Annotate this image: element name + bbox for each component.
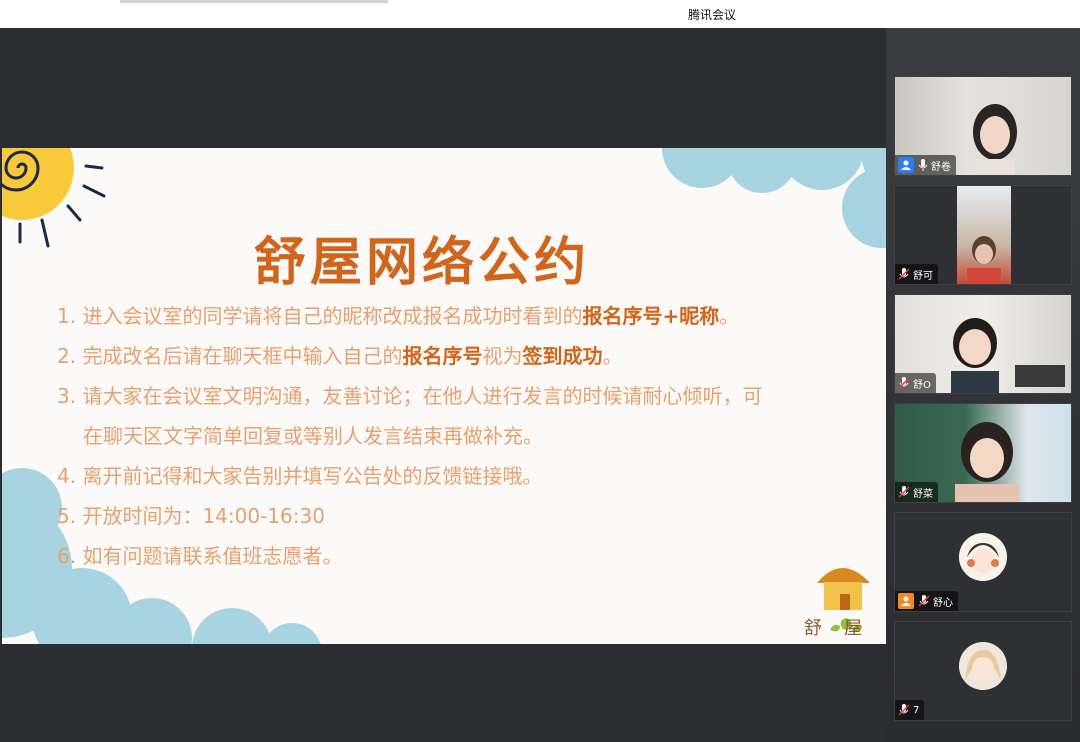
user-icon (898, 593, 914, 609)
rule-highlight: 报名序号 (402, 344, 483, 368)
mic-on-icon (918, 156, 928, 175)
participant-name: 舒菜 (913, 488, 933, 500)
participant-namebar: 舒可 (895, 264, 938, 284)
participant-namebar: 舒卷 (895, 155, 956, 175)
participant-tile[interactable]: 舒菜 (894, 403, 1072, 503)
participant-tile[interactable]: 7 (894, 621, 1072, 721)
tab-strip (120, 0, 388, 3)
rule-line: 3. 请大家在会议室文明沟通，友善讨论；在他人进行发言的时候请耐心倾听，可 (57, 376, 857, 416)
participant-video (957, 186, 1011, 284)
participant-avatar (959, 533, 1007, 581)
mic-muted-icon (898, 701, 910, 720)
participant-tile[interactable]: 舒O (894, 294, 1072, 394)
rule-line: 5. 开放时间为：14:00-16:30 (57, 496, 857, 536)
rule-text: 。 (602, 344, 623, 368)
mic-muted-icon (918, 592, 930, 611)
rule-text: 6. 如有问题请联系值班志愿者。 (57, 544, 343, 568)
title-bar: 腾讯会议 (0, 0, 1080, 28)
rule-highlight: 签到成功 (522, 344, 603, 368)
participant-namebar: 舒心 (895, 591, 958, 611)
rule-line: 6. 如有问题请联系值班志愿者。 (57, 536, 857, 576)
participant-name: 舒卷 (931, 161, 951, 173)
mic-muted-icon (898, 483, 910, 502)
rules-list: 1. 进入会议室的同学请将自己的昵称改成报名成功时看到的报名序号+昵称。 2. 完… (57, 296, 857, 576)
participant-namebar: 7 (895, 700, 925, 720)
rule-text: 。 (719, 304, 740, 328)
participant-tile[interactable]: 舒卷 (894, 76, 1072, 176)
window-title: 腾讯会议 (687, 8, 736, 22)
participant-sidebar[interactable]: 舒卷 舒可 舒O 舒菜 舒心 7 (886, 28, 1080, 742)
rule-text: 2. 完成改名后请在聊天框中输入自己的 (57, 344, 403, 368)
mic-muted-icon (898, 374, 910, 393)
participant-name: 舒可 (913, 270, 933, 282)
participant-avatar (959, 642, 1007, 690)
mic-muted-icon (898, 265, 910, 284)
user-icon (898, 157, 914, 173)
participant-name: 舒心 (933, 597, 953, 609)
participant-tile[interactable]: 舒心 (894, 512, 1072, 612)
rule-text: 1. 进入会议室的同学请将自己的昵称改成报名成功时看到的 (57, 304, 583, 328)
rule-text: 视为 (482, 344, 523, 368)
rule-text: 3. 请大家在会议室文明沟通，友善讨论；在他人进行发言的时候请耐心倾听，可 (57, 384, 763, 408)
rule-line: 2. 完成改名后请在聊天框中输入自己的报名序号视为签到成功。 (57, 336, 857, 376)
shared-slide: 舒屋网络公约 1. 进入会议室的同学请将自己的昵称改成报名成功时看到的报名序号+… (2, 148, 886, 644)
shared-screen-area: 舒屋网络公约 1. 进入会议室的同学请将自己的昵称改成报名成功时看到的报名序号+… (0, 28, 886, 742)
rule-text: 4. 离开前记得和大家告别并填写公告处的反馈链接哦。 (57, 464, 543, 488)
rule-text: 5. 开放时间为：14:00-16:30 (57, 504, 325, 528)
rule-line: 4. 离开前记得和大家告别并填写公告处的反馈链接哦。 (57, 456, 857, 496)
rule-line: 1. 进入会议室的同学请将自己的昵称改成报名成功时看到的报名序号+昵称。 (57, 296, 857, 336)
participant-namebar: 舒O (895, 373, 936, 393)
participant-name: 舒O (913, 379, 931, 391)
participant-namebar: 舒菜 (895, 482, 938, 502)
person-silhouette (967, 236, 1001, 284)
participant-name: 7 (913, 704, 920, 716)
slide-title: 舒屋网络公约 (253, 233, 590, 293)
rule-line: 在聊天区文字简单回复或等别人发言结束再做补充。 (57, 416, 857, 456)
participant-tile[interactable]: 舒可 (894, 185, 1072, 285)
logo-text: 舒屋 (804, 618, 884, 639)
avatar-illustration (959, 533, 1007, 581)
avatar-illustration (959, 642, 1007, 690)
rule-highlight: 报名序号+昵称 (582, 304, 720, 328)
rule-text: 在聊天区文字简单回复或等别人发言结束再做补充。 (83, 424, 543, 448)
